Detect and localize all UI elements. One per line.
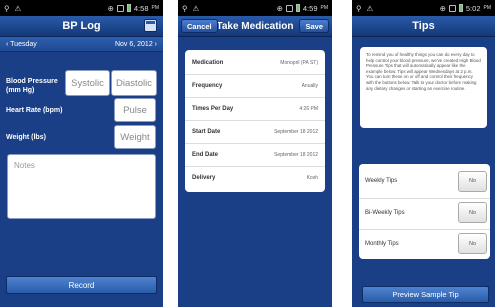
detail-row-times-per-day[interactable]: Times Per Day 4:26 PM (185, 97, 325, 120)
row-value: September 18 2012 (274, 152, 318, 158)
clock-ampm: PM (151, 5, 160, 11)
date-navigator: ‹ Tuesday Nov 6, 2012 › (0, 37, 163, 52)
clock-time: 4:58 (133, 3, 149, 13)
biweekly-tips-toggle[interactable]: No (458, 202, 487, 223)
signal-icon (116, 4, 124, 12)
battery-icon (295, 4, 300, 12)
warning-icon: ⚠ (192, 3, 200, 13)
detail-row-start-date[interactable]: Start Date September 18 2012 (185, 120, 325, 143)
calendar-icon[interactable] (144, 19, 157, 32)
warning-icon: ⚠ (14, 3, 22, 13)
systolic-placeholder: Systolic (71, 77, 104, 89)
save-button[interactable]: Save (299, 19, 329, 33)
notes-textarea[interactable]: Notes (7, 154, 156, 219)
weekly-tips-toggle[interactable]: No (458, 170, 487, 192)
row-label: Delivery (192, 175, 216, 181)
clock-time: 4:59 (302, 3, 318, 13)
battery-icon (458, 4, 463, 12)
usb-icon: ⚲ (4, 3, 10, 13)
status-bar: ⚲ ⚠ ⊕ 5:02 PM (352, 0, 495, 16)
row-label: Start Date (192, 129, 221, 135)
weekday-label: Tuesday (10, 40, 37, 48)
tips-info-card: To remind you of healthy things you can … (360, 47, 487, 128)
detail-row-delivery[interactable]: Delivery Kosh (185, 166, 325, 189)
weekly-tips-row: Weekly Tips No (359, 167, 490, 195)
row-label: Frequency (192, 83, 223, 89)
row-value: September 18 2012 (274, 129, 318, 135)
weight-placeholder: Weight (120, 131, 150, 143)
clock-ampm: PM (483, 5, 492, 11)
pulse-input[interactable]: Pulse (114, 98, 156, 122)
bp-log-screen: ⚲ ⚠ ⊕ 4:58 PM BP Log ‹ Tuesday Nov 6, 20… (0, 0, 163, 307)
signal-icon (448, 4, 456, 12)
row-value: 4:26 PM (299, 106, 318, 112)
title-bar: Cancel Take Medication Save (178, 16, 332, 37)
title-bar: BP Log (0, 16, 163, 37)
record-button[interactable]: Record (6, 276, 157, 294)
date-label: Nov 6, 2012 (114, 40, 153, 48)
preview-sample-tip-button[interactable]: Preview Sample Tip (362, 286, 489, 303)
detail-row-end-date[interactable]: End Date September 18 2012 (185, 143, 325, 166)
clock-ampm: PM (320, 5, 329, 11)
notes-placeholder: Notes (14, 161, 35, 170)
toggle-label: Monthly Tips (365, 240, 399, 247)
tips-description: To remind you of healthy things you can … (366, 52, 481, 91)
usb-icon: ⚲ (356, 3, 362, 13)
row-value: Kosh (306, 175, 318, 181)
page-title: Tips (412, 20, 435, 32)
tip-frequency-card: Weekly Tips No Bi-Weekly Tips No Monthly… (359, 164, 490, 259)
row-label: Times Per Day (192, 106, 234, 112)
status-bar: ⚲ ⚠ ⊕ 4:59 PM (178, 0, 332, 16)
monthly-tips-toggle[interactable]: No (458, 233, 487, 254)
toggle-label: Weekly Tips (365, 178, 398, 184)
clock-time: 5:02 (465, 3, 481, 13)
diastolic-placeholder: Diastolic (116, 77, 152, 89)
systolic-input[interactable]: Systolic (65, 70, 110, 96)
page-title: BP Log (62, 20, 101, 32)
diastolic-input[interactable]: Diastolic (111, 70, 157, 96)
biweekly-tips-row: Bi-Weekly Tips No (359, 198, 490, 226)
tips-screen: ⚲ ⚠ ⊕ 5:02 PM Tips To remind you of heal… (352, 0, 495, 307)
weight-input[interactable]: Weight (114, 125, 156, 149)
row-label: End Date (192, 152, 219, 158)
detail-row-medication[interactable]: Medication Monopril (PA ST) (185, 51, 325, 74)
pulse-placeholder: Pulse (123, 104, 147, 116)
heart-rate-label: Heart Rate (bpm) (6, 107, 63, 114)
location-icon: ⊕ (276, 3, 283, 13)
prev-day-button[interactable]: ‹ Tuesday (6, 41, 37, 48)
cancel-button[interactable]: Cancel (181, 19, 218, 33)
row-value: Anually (301, 83, 318, 89)
next-day-button[interactable]: Nov 6, 2012 › (115, 41, 157, 48)
medication-details-card: Medication Monopril (PA ST) Frequency An… (185, 50, 325, 192)
blood-pressure-label: Blood Pressure (mm Hg) (6, 77, 58, 95)
status-bar: ⚲ ⚠ ⊕ 4:58 PM (0, 0, 163, 16)
toggle-label: Bi-Weekly Tips (365, 209, 405, 216)
title-bar: Tips (352, 16, 495, 37)
weight-label: Weight (lbs) (6, 134, 46, 141)
signal-icon (285, 4, 293, 12)
detail-row-frequency[interactable]: Frequency Anually (185, 74, 325, 97)
location-icon: ⊕ (439, 3, 446, 13)
battery-icon (126, 4, 131, 12)
warning-icon: ⚠ (366, 3, 374, 13)
location-icon: ⊕ (107, 3, 114, 13)
take-medication-screen: ⚲ ⚠ ⊕ 4:59 PM Cancel Take Medication Sav… (178, 0, 332, 307)
bp-label-line1: Blood Pressure (6, 78, 58, 85)
row-label: Medication (192, 59, 224, 66)
row-value: Monopril (PA ST) (280, 59, 318, 66)
page-title: Take Medication (216, 20, 294, 32)
usb-icon: ⚲ (182, 3, 188, 13)
monthly-tips-row: Monthly Tips No (359, 229, 490, 257)
bp-label-line2: (mm Hg) (6, 87, 35, 94)
